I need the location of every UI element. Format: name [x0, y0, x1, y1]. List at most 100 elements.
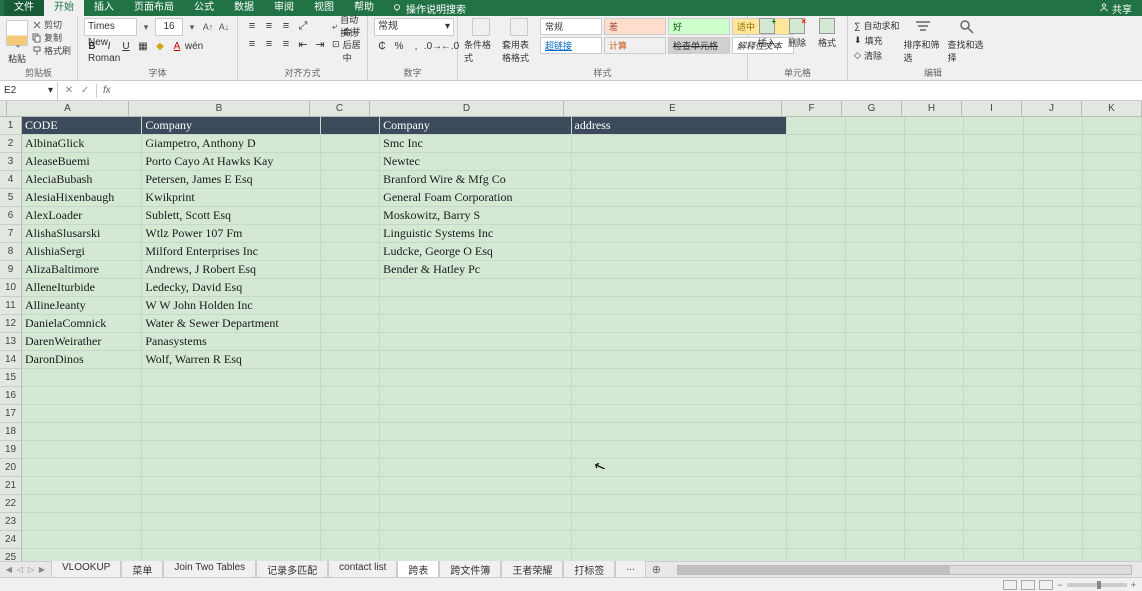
sheet-nav-first[interactable]: ◀ — [4, 564, 14, 576]
cell-G8[interactable] — [846, 243, 905, 261]
cell-A1[interactable]: CODE — [22, 117, 142, 135]
cell-D3[interactable]: Newtec — [380, 153, 571, 171]
row-header-17[interactable]: 17 — [0, 405, 22, 423]
cell-J19[interactable] — [1024, 441, 1083, 459]
cell-A24[interactable] — [22, 531, 142, 549]
cell-G6[interactable] — [846, 207, 905, 225]
style-calc[interactable]: 计算 — [604, 37, 666, 54]
cell-B18[interactable] — [142, 423, 321, 441]
sheet-tab-contact list[interactable]: contact list — [328, 561, 397, 579]
cell-J7[interactable] — [1024, 225, 1083, 243]
cell-C12[interactable] — [321, 315, 380, 333]
cell-F23[interactable] — [787, 513, 846, 531]
menu-审阅[interactable]: 审阅 — [264, 0, 304, 16]
style-good[interactable]: 好 — [668, 18, 730, 35]
cell-D17[interactable] — [380, 405, 571, 423]
cell-C20[interactable] — [321, 459, 380, 477]
cell-H12[interactable] — [905, 315, 964, 333]
cell-F5[interactable] — [787, 189, 846, 207]
find-select-button[interactable]: 查找和选择 — [947, 18, 987, 64]
cell-D21[interactable] — [380, 477, 571, 495]
row-header-3[interactable]: 3 — [0, 153, 22, 171]
cell-D8[interactable]: Ludcke, George O Esq — [380, 243, 571, 261]
cell-J20[interactable] — [1024, 459, 1083, 477]
bold-button[interactable]: B — [84, 38, 100, 54]
cell-D14[interactable] — [380, 351, 571, 369]
cell-B7[interactable]: Wtlz Power 107 Fm — [142, 225, 321, 243]
cell-A2[interactable]: AlbinaGlick — [22, 135, 142, 153]
cell-J4[interactable] — [1024, 171, 1083, 189]
align-top-button[interactable]: ≡ — [244, 18, 260, 34]
cell-H4[interactable] — [905, 171, 964, 189]
cell-K24[interactable] — [1083, 531, 1142, 549]
cell-J9[interactable] — [1024, 261, 1083, 279]
sheet-nav-last[interactable]: ▶ — [37, 564, 47, 576]
fx-icon[interactable]: fx — [97, 85, 117, 96]
cell-H9[interactable] — [905, 261, 964, 279]
cell-I8[interactable] — [964, 243, 1023, 261]
sheet-nav-prev[interactable]: ◁ — [15, 564, 25, 576]
cell-E24[interactable] — [572, 531, 787, 549]
row-header-18[interactable]: 18 — [0, 423, 22, 441]
cell-H16[interactable] — [905, 387, 964, 405]
number-format-select[interactable]: 常规▾ — [374, 18, 454, 36]
cell-J11[interactable] — [1024, 297, 1083, 315]
cell-F17[interactable] — [787, 405, 846, 423]
cell-E3[interactable] — [572, 153, 787, 171]
cell-A17[interactable] — [22, 405, 142, 423]
cell-D13[interactable] — [380, 333, 571, 351]
menu-file[interactable]: 文件 — [4, 0, 44, 16]
cell-C11[interactable] — [321, 297, 380, 315]
cell-E5[interactable] — [572, 189, 787, 207]
row-header-1[interactable]: 1 — [0, 117, 22, 135]
cell-H2[interactable] — [905, 135, 964, 153]
cell-C13[interactable] — [321, 333, 380, 351]
border-button[interactable]: ▦ — [135, 38, 151, 54]
row-header-21[interactable]: 21 — [0, 477, 22, 495]
row-header-16[interactable]: 16 — [0, 387, 22, 405]
cell-C1[interactable] — [321, 117, 380, 135]
select-all-corner[interactable] — [0, 101, 7, 117]
cell-B22[interactable] — [142, 495, 321, 513]
cell-F13[interactable] — [787, 333, 846, 351]
cell-B12[interactable]: Water & Sewer Department — [142, 315, 321, 333]
cell-H20[interactable] — [905, 459, 964, 477]
format-as-table-button[interactable]: 套用表格格式 — [502, 18, 536, 64]
cell-F12[interactable] — [787, 315, 846, 333]
cell-C22[interactable] — [321, 495, 380, 513]
cell-H21[interactable] — [905, 477, 964, 495]
cell-E17[interactable] — [572, 405, 787, 423]
cell-G11[interactable] — [846, 297, 905, 315]
cell-H13[interactable] — [905, 333, 964, 351]
cell-K12[interactable] — [1083, 315, 1142, 333]
cell-A11[interactable]: AllineJeanty — [22, 297, 142, 315]
cell-E20[interactable] — [572, 459, 787, 477]
cell-G18[interactable] — [846, 423, 905, 441]
cell-F2[interactable] — [787, 135, 846, 153]
cell-H3[interactable] — [905, 153, 964, 171]
cell-E22[interactable] — [572, 495, 787, 513]
cell-A10[interactable]: AlleneIturbide — [22, 279, 142, 297]
cell-H18[interactable] — [905, 423, 964, 441]
fill-color-button[interactable]: ◆ — [152, 38, 168, 54]
row-header-15[interactable]: 15 — [0, 369, 22, 387]
cell-A22[interactable] — [22, 495, 142, 513]
row-header-23[interactable]: 23 — [0, 513, 22, 531]
row-header-14[interactable]: 14 — [0, 351, 22, 369]
cell-J8[interactable] — [1024, 243, 1083, 261]
row-header-5[interactable]: 5 — [0, 189, 22, 207]
cell-D16[interactable] — [380, 387, 571, 405]
shrink-font-button[interactable]: A↓ — [217, 18, 231, 36]
cell-B24[interactable] — [142, 531, 321, 549]
cell-J2[interactable] — [1024, 135, 1083, 153]
cell-D22[interactable] — [380, 495, 571, 513]
cell-I22[interactable] — [964, 495, 1023, 513]
cell-A3[interactable]: AleaseBuemi — [22, 153, 142, 171]
align-middle-button[interactable]: ≡ — [261, 18, 277, 34]
cell-J18[interactable] — [1024, 423, 1083, 441]
cell-E13[interactable] — [572, 333, 787, 351]
cell-D1[interactable]: Company — [380, 117, 571, 135]
cell-A21[interactable] — [22, 477, 142, 495]
row-header-11[interactable]: 11 — [0, 297, 22, 315]
cell-D19[interactable] — [380, 441, 571, 459]
